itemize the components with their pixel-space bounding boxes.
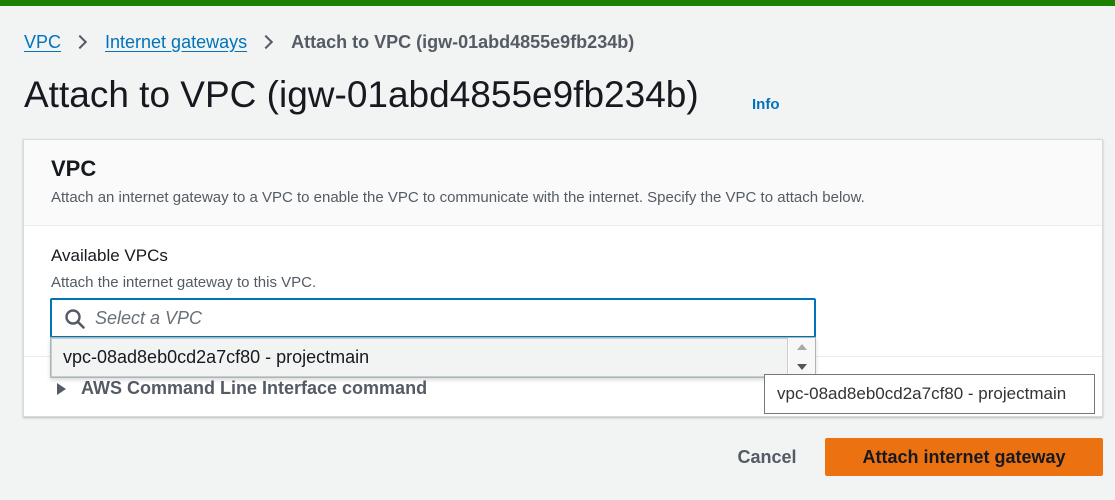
option-tooltip: vpc-08ad8eb0cd2a7cf80 - projectmain: [764, 374, 1095, 414]
panel-title: VPC: [51, 156, 97, 181]
cli-command-label: AWS Command Line Interface command: [81, 378, 428, 398]
chevron-right-icon: [72, 34, 88, 50]
breadcrumb-internet-gateways-link[interactable]: Internet gateways: [105, 32, 247, 53]
caret-right-icon: [57, 382, 66, 395]
breadcrumb-current: Attach to VPC (igw-01abd4855e9fb234b): [291, 31, 635, 52]
success-top-bar: [0, 0, 1115, 6]
vpc-dropdown-list: vpc-08ad8eb0cd2a7cf80 - projectmain: [50, 337, 816, 378]
cli-command-expander[interactable]: AWS Command Line Interface command: [57, 378, 427, 399]
scroll-up-icon[interactable]: [797, 344, 807, 350]
dropdown-scrollbar[interactable]: [789, 338, 815, 377]
available-vpcs-label: Available VPCs: [51, 246, 168, 265]
chevron-right-icon: [259, 34, 274, 50]
panel-description: Attach an internet gateway to a VPC to e…: [51, 189, 865, 206]
cancel-button[interactable]: Cancel: [718, 438, 816, 476]
attach-internet-gateway-button[interactable]: Attach internet gateway: [825, 438, 1103, 476]
info-link[interactable]: Info: [752, 96, 780, 113]
vpc-select-field[interactable]: [50, 298, 816, 338]
scroll-down-icon[interactable]: [797, 364, 807, 370]
vpc-search-input[interactable]: [95, 300, 805, 336]
search-icon: [65, 309, 85, 329]
breadcrumb: VPC Internet gateways Attach to VPC (igw…: [24, 31, 634, 53]
available-vpcs-description: Attach the internet gateway to this VPC.: [51, 274, 317, 291]
breadcrumb-vpc-link[interactable]: VPC: [24, 32, 61, 53]
page-title: Attach to VPC (igw-01abd4855e9fb234b): [24, 74, 699, 115]
vpc-option[interactable]: vpc-08ad8eb0cd2a7cf80 - projectmain: [51, 338, 788, 377]
panel-header: VPC Attach an internet gateway to a VPC …: [24, 140, 1102, 226]
